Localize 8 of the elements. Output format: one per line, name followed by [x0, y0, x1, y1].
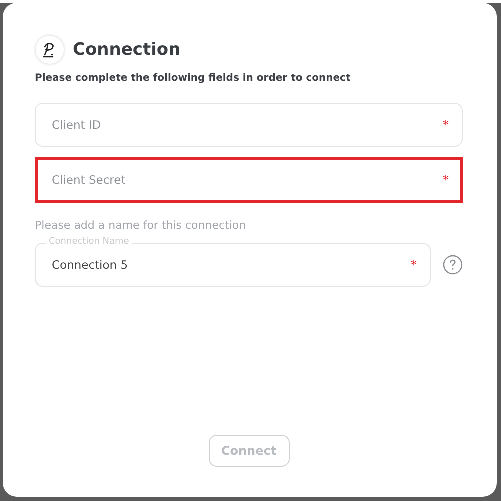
- dialog-title: Connection: [73, 40, 181, 60]
- required-mark: *: [443, 174, 449, 186]
- help-icon[interactable]: [443, 255, 463, 275]
- required-mark: *: [411, 259, 417, 271]
- required-mark: *: [443, 119, 449, 131]
- logo-icon: [36, 36, 64, 64]
- hint-text: Please add a name for this connection: [35, 219, 248, 232]
- instructions-text: Please complete the following fields in order to connect: [35, 73, 352, 84]
